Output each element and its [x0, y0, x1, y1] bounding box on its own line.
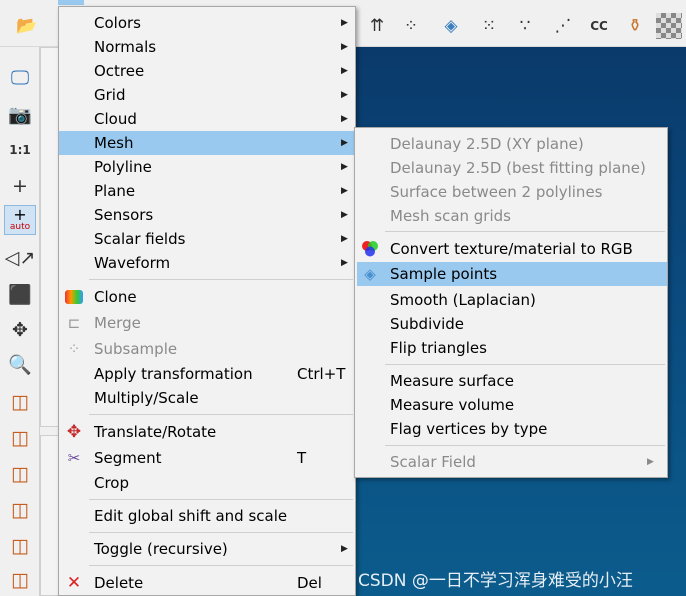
zoom-1-1-icon[interactable]: 1:1: [4, 135, 36, 165]
view-toolbar: 🖵 📷 1:1 + + auto ◁↗ ⬛ ✥ 🔍 ◫ ◫ ◫ ◫ ◫ ◫: [0, 47, 40, 596]
submenu-item-surface-between-polylines[interactable]: Surface between 2 polylines: [355, 180, 667, 204]
clone-icon: [65, 290, 83, 304]
submenu-item-sample-points[interactable]: ◈ Sample points: [357, 262, 667, 286]
menu-item-merge[interactable]: ⊏ Merge: [59, 311, 355, 335]
menu-item-cloud[interactable]: Cloud ▶: [59, 107, 355, 131]
right-view-icon[interactable]: ◫: [4, 495, 36, 525]
sample-points-icon: ◈: [364, 265, 376, 283]
properties-dock: [40, 435, 60, 596]
segment-icon: ✂: [67, 449, 81, 467]
menu-item-sensors[interactable]: Sensors ▶: [59, 203, 355, 227]
submenu-item-delaunay-xy[interactable]: Delaunay 2.5D (XY plane): [355, 132, 667, 156]
menu-item-edit-global-shift[interactable]: Edit global shift and scale: [59, 504, 355, 528]
submenu-item-scalar-field[interactable]: Scalar Field ▶: [355, 450, 667, 474]
pivot-auto-icon[interactable]: + auto: [4, 205, 36, 235]
move-icon[interactable]: ✥: [4, 315, 36, 345]
menu-separator: [385, 364, 665, 365]
compare-icon[interactable]: CC: [586, 13, 612, 39]
camera-icon[interactable]: 📷: [4, 99, 36, 129]
submenu-item-convert-texture[interactable]: Convert texture/material to RGB: [355, 237, 667, 261]
zoom-icon[interactable]: 🔍: [4, 349, 36, 379]
top-view-icon[interactable]: ◫: [4, 531, 36, 561]
edit-menu: Colors ▶ Normals ▶ Octree ▶ Grid ▶ Cloud ▶ Me…: [58, 6, 356, 596]
submenu-item-mesh-scan-grids[interactable]: Mesh scan grids: [355, 204, 667, 228]
menu-item-mesh[interactable]: Mesh ▶: [59, 131, 355, 155]
view-cube-icon[interactable]: ⬛: [4, 279, 36, 309]
submenu-item-flag-vertices[interactable]: Flag vertices by type: [355, 417, 667, 441]
menu-item-scalar-fields[interactable]: Scalar fields ▶: [59, 227, 355, 251]
menu-separator: [385, 445, 665, 446]
menu-item-colors[interactable]: Colors ▶: [59, 11, 355, 35]
menu-item-multiply-scale[interactable]: Multiply/Scale: [59, 386, 355, 410]
submenu-item-flip-triangles[interactable]: Flip triangles: [355, 336, 667, 360]
db-tree-dock: [40, 47, 60, 427]
pivot-icon[interactable]: +: [4, 171, 36, 201]
mesh-submenu: Delaunay 2.5D (XY plane) Delaunay 2.5D (…: [354, 127, 668, 478]
menu-separator: [89, 565, 353, 566]
bottom-view-icon[interactable]: ◫: [4, 565, 36, 595]
filter-icon[interactable]: ⇈: [364, 13, 390, 39]
left-view-icon[interactable]: ◫: [4, 459, 36, 489]
submenu-item-smooth-laplacian[interactable]: Smooth (Laplacian): [355, 288, 667, 312]
menu-separator: [89, 279, 353, 280]
menu-item-segment[interactable]: ✂ Segment T: [59, 446, 355, 470]
watermark: CSDN @一日不学习浑身难受的小汪: [358, 571, 633, 591]
merge-icon: ⊏: [67, 314, 81, 332]
menu-item-clone[interactable]: Clone: [59, 285, 355, 309]
submenu-item-measure-volume[interactable]: Measure volume: [355, 393, 667, 417]
back-view-icon[interactable]: ◫: [4, 423, 36, 453]
menu-item-subsample[interactable]: ⁘ Subsample: [59, 337, 355, 361]
delete-icon: ✕: [66, 573, 82, 593]
front-view-icon[interactable]: ◫: [4, 387, 36, 417]
scatter-icon[interactable]: ⁙: [476, 13, 502, 39]
shortcut-label: Del: [297, 574, 322, 592]
menu-item-toggle-recursive[interactable]: Toggle (recursive) ▶: [59, 537, 355, 561]
menu-item-plane[interactable]: Plane ▶: [59, 179, 355, 203]
translate-rotate-icon: ✥: [66, 422, 82, 442]
plugin-icon[interactable]: ⚱: [622, 13, 648, 39]
shortcut-label: Ctrl+T: [297, 365, 346, 383]
scatter-sparse-icon[interactable]: ∵: [512, 13, 538, 39]
menu-separator: [89, 414, 353, 415]
open-folder-icon[interactable]: 📂: [14, 13, 40, 39]
scatter-zoom-icon[interactable]: ⋰: [550, 13, 576, 39]
menu-separator: [89, 499, 353, 500]
menu-separator: [89, 532, 353, 533]
fullscreen-icon[interactable]: 🖵: [4, 63, 36, 93]
rgb-circles-icon: [359, 238, 381, 260]
menu-separator: [385, 231, 665, 232]
checker-icon[interactable]: [656, 13, 682, 39]
mesh-sample-icon[interactable]: ◈: [438, 13, 464, 39]
menu-item-delete[interactable]: ✕ Delete Del: [59, 571, 355, 595]
submenu-item-subdivide[interactable]: Subdivide: [355, 312, 667, 336]
menu-item-apply-transformation[interactable]: Apply transformation Ctrl+T: [59, 362, 355, 386]
subsample-icon: ⁘: [67, 340, 81, 358]
menu-item-translate-rotate[interactable]: ✥ Translate/Rotate: [59, 420, 355, 444]
submenu-item-delaunay-best-fit[interactable]: Delaunay 2.5D (best fitting plane): [355, 156, 667, 180]
menu-item-polyline[interactable]: Polyline ▶: [59, 155, 355, 179]
menu-item-normals[interactable]: Normals ▶: [59, 35, 355, 59]
menu-item-waveform[interactable]: Waveform ▶: [59, 251, 355, 275]
submenu-item-measure-surface[interactable]: Measure surface: [355, 369, 667, 393]
shortcut-label: T: [297, 449, 307, 467]
menu-item-octree[interactable]: Octree ▶: [59, 59, 355, 83]
perspective-icon[interactable]: ◁↗: [4, 243, 36, 273]
menu-item-crop[interactable]: Crop: [59, 471, 355, 495]
sample-cloud-icon[interactable]: ⁘: [398, 13, 424, 39]
menu-item-grid[interactable]: Grid ▶: [59, 83, 355, 107]
